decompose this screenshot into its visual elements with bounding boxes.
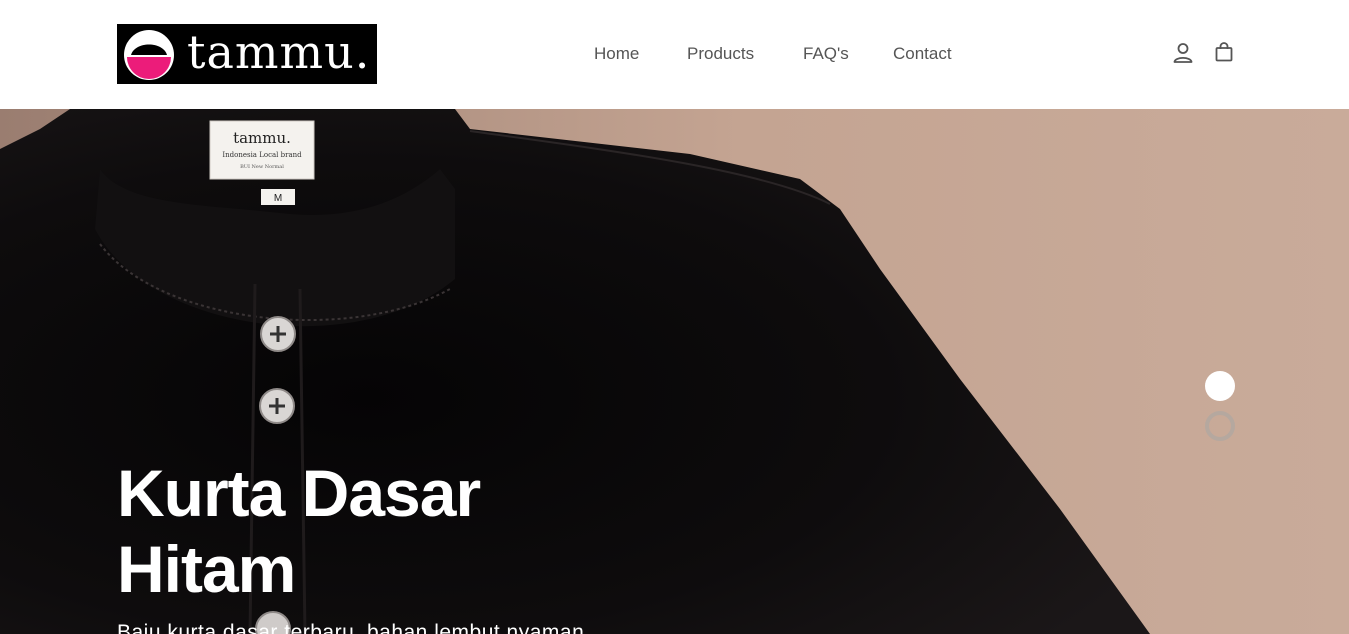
user-icon[interactable] [1171, 40, 1195, 66]
hero-subtitle: Baju kurta dasar terbaru, bahan lembut n… [117, 621, 585, 634]
slide-dot-2[interactable] [1205, 411, 1235, 441]
hero-title-line2: Hitam [117, 532, 296, 606]
site-header: tammu. Home Products FAQ's Contact [0, 0, 1349, 109]
logo-mark-icon [124, 30, 174, 80]
hero-title-line1: Kurta Dasar [117, 456, 481, 530]
label-line2: BUI New Normal [240, 164, 284, 170]
brand-logo[interactable]: tammu. [117, 24, 377, 84]
nav-link-home[interactable]: Home [594, 42, 639, 66]
hero-banner: tammu. Indonesia Local brand BUI New Nor… [0, 109, 1349, 634]
shirt-button [259, 388, 295, 424]
nav-link-faqs[interactable]: FAQ's [803, 42, 849, 66]
label-line1: Indonesia Local brand [222, 151, 302, 159]
shirt-button [260, 316, 296, 352]
label-size: M [274, 193, 282, 204]
nav-link-products[interactable]: Products [687, 42, 754, 66]
brand-name: tammu. [187, 25, 371, 79]
hero-title: Kurta Dasar Hitam [117, 455, 717, 607]
shopping-bag-icon[interactable] [1212, 40, 1236, 66]
slide-dot-1[interactable] [1205, 371, 1235, 401]
slider-pagination [1204, 371, 1236, 443]
label-brand: tammu. [233, 129, 291, 147]
nav-link-contact[interactable]: Contact [893, 42, 952, 66]
